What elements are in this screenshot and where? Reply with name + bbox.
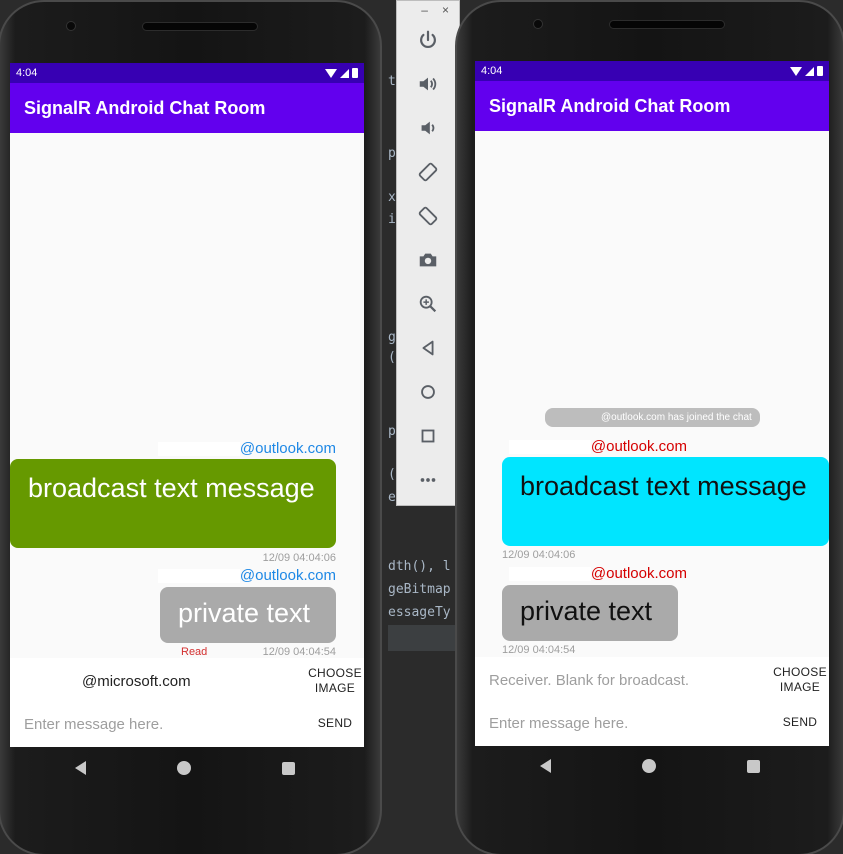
overview-icon[interactable] <box>397 425 459 447</box>
code-line: dth(), l <box>388 559 451 574</box>
battery-icon <box>817 66 823 76</box>
compose-bar: @microsoft.com CHOOSE IMAGE Enter messag… <box>10 658 364 747</box>
recents-nav-icon[interactable] <box>281 761 295 775</box>
choose-image-button[interactable]: CHOOSE IMAGE <box>771 665 829 695</box>
receiver-field[interactable]: @microsoft.com <box>24 673 191 690</box>
receiver-field[interactable]: Receiver. Blank for broadcast. <box>489 672 689 689</box>
wifi-icon <box>790 66 802 76</box>
close-button[interactable]: × <box>442 3 449 17</box>
app-title: SignalR Android Chat Room <box>10 83 364 133</box>
chat-message-list[interactable]: @outlook.com broadcast text message 12/0… <box>10 133 364 659</box>
code-line: i <box>388 212 396 227</box>
home-nav-icon[interactable] <box>641 759 656 773</box>
status-bar: 4:04 <box>475 61 829 81</box>
signal-icon <box>805 66 814 76</box>
home-nav-icon[interactable] <box>176 761 191 775</box>
broadcast-message-bubble[interactable]: broadcast text message <box>10 459 336 548</box>
redacted-name <box>157 442 240 457</box>
code-line: t <box>388 74 396 89</box>
back-icon[interactable] <box>397 337 459 359</box>
redacted-name <box>508 440 591 455</box>
camera-icon[interactable] <box>397 249 459 271</box>
emulator-toolbar: – × <box>396 0 460 506</box>
signal-icon <box>340 68 349 78</box>
message-timestamp: 12/09 04:04:06 <box>502 549 576 561</box>
right-nav-bar <box>495 746 805 786</box>
code-line: essageTy <box>388 605 451 620</box>
zoom-icon[interactable] <box>397 293 459 315</box>
message-sender: @outlook.com <box>157 440 336 457</box>
home-icon[interactable] <box>397 381 459 403</box>
minimize-button[interactable]: – <box>421 3 428 17</box>
message-input[interactable]: Enter message here. <box>24 716 163 733</box>
left-phone-screen: 4:04 SignalR Android Chat Room @outlook.… <box>10 63 364 747</box>
rotate-left-icon[interactable] <box>397 161 459 183</box>
code-line: x <box>388 190 396 205</box>
message-input[interactable]: Enter message here. <box>489 715 628 732</box>
volume-down-icon[interactable] <box>397 117 459 139</box>
app-title: SignalR Android Chat Room <box>475 81 829 131</box>
wifi-icon <box>325 68 337 78</box>
earpiece-speaker <box>142 22 258 31</box>
chat-message-list[interactable]: @outlook.com has joined the chat @outloo… <box>475 131 829 657</box>
send-button[interactable]: SEND <box>771 715 829 730</box>
status-icons <box>790 66 823 76</box>
choose-image-button[interactable]: CHOOSE IMAGE <box>306 666 364 696</box>
status-time: 4:04 <box>481 65 503 77</box>
code-line: ( <box>388 467 396 482</box>
message-sender: @outlook.com <box>508 565 687 582</box>
status-icons <box>325 68 358 78</box>
code-line: g <box>388 330 396 345</box>
back-nav-icon[interactable] <box>75 761 87 775</box>
front-camera <box>533 19 543 29</box>
rotate-right-icon[interactable] <box>397 205 459 227</box>
redacted-name <box>508 567 591 582</box>
redacted-name <box>157 569 240 584</box>
recents-nav-icon[interactable] <box>746 759 760 773</box>
more-icon[interactable] <box>397 469 459 491</box>
back-nav-icon[interactable] <box>540 759 552 773</box>
code-line: p <box>388 424 396 439</box>
left-nav-bar <box>30 748 340 788</box>
message-timestamp: 12/09 04:04:54 <box>262 646 336 658</box>
battery-icon <box>352 68 358 78</box>
earpiece-speaker <box>609 20 725 29</box>
power-icon[interactable] <box>397 29 459 51</box>
message-timestamp: 12/09 04:04:54 <box>502 644 576 656</box>
code-line: p <box>388 146 396 161</box>
join-notice: @outlook.com has joined the chat <box>545 408 760 427</box>
private-message-bubble[interactable]: private text <box>502 585 678 641</box>
code-line: ( <box>388 350 396 365</box>
redacted-name <box>24 675 82 690</box>
right-phone-screen: 4:04 SignalR Android Chat Room @outlook.… <box>475 61 829 746</box>
broadcast-message-bubble[interactable]: broadcast text message <box>502 457 829 546</box>
compose-bar: Receiver. Blank for broadcast. CHOOSE IM… <box>475 657 829 746</box>
message-sender: @outlook.com <box>508 438 687 455</box>
private-message-bubble[interactable]: private text <box>160 587 336 643</box>
code-highlight-strip <box>388 625 460 651</box>
code-line: geBitmap <box>388 582 451 597</box>
front-camera <box>66 21 76 31</box>
send-button[interactable]: SEND <box>306 716 364 731</box>
status-time: 4:04 <box>16 67 38 79</box>
volume-up-icon[interactable] <box>397 73 459 95</box>
read-receipt: Read <box>181 646 208 658</box>
status-bar: 4:04 <box>10 63 364 83</box>
message-sender: @outlook.com <box>157 567 336 584</box>
message-timestamp: 12/09 04:04:06 <box>262 552 336 564</box>
code-line: e <box>388 490 396 505</box>
